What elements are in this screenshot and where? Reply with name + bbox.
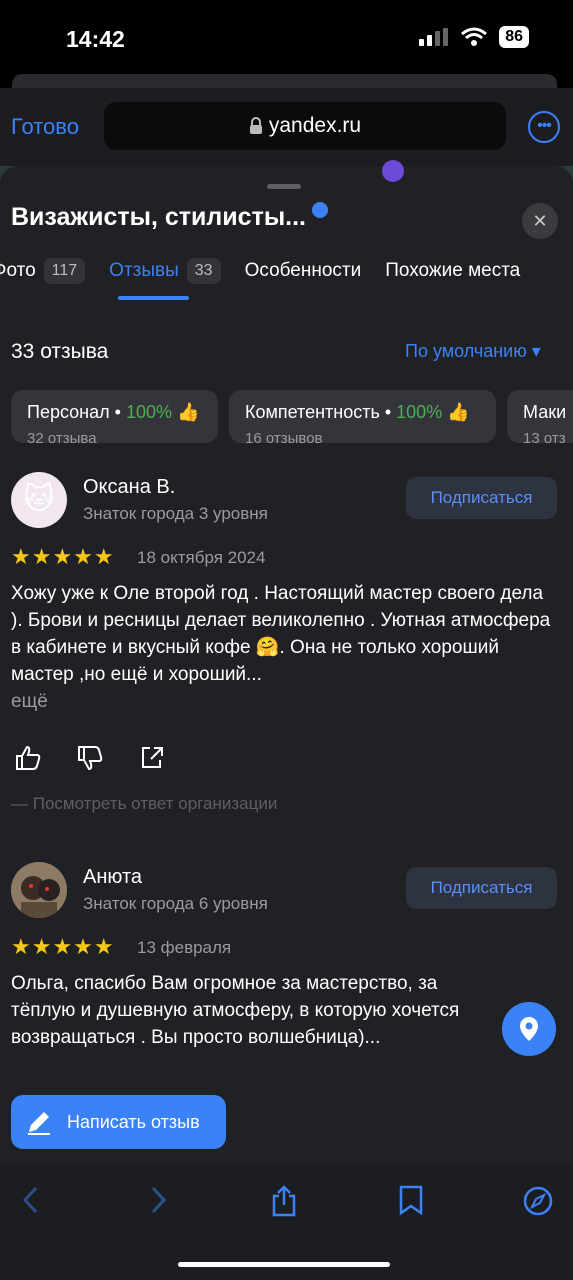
- tab-label: Похожие места: [385, 260, 521, 281]
- review-text-content: Ольга, спасибо Вам огромное за мастерств…: [11, 973, 460, 1048]
- status-time: 14:42: [66, 26, 125, 52]
- back-icon[interactable]: [20, 1185, 44, 1215]
- chip-label: Маки: [523, 402, 567, 422]
- compass-icon[interactable]: [522, 1185, 554, 1217]
- home-indicator[interactable]: [178, 1262, 390, 1267]
- thumbs-up-icon: 👍: [447, 402, 470, 422]
- aspect-chip-competence[interactable]: Компетентность • 100% 👍 16 отзывов: [229, 390, 496, 447]
- avatar-photo: [11, 862, 67, 918]
- subscribe-button[interactable]: Подписаться: [406, 477, 557, 519]
- tab-label: Отзывы: [109, 260, 179, 281]
- chip-label: Персонал: [27, 402, 110, 422]
- rating-stars: ★★★★★: [11, 934, 115, 959]
- battery-indicator: 86: [499, 26, 529, 48]
- read-more-link[interactable]: ещё: [11, 691, 48, 712]
- url-bar[interactable]: yandex.ru: [104, 102, 506, 150]
- avatar[interactable]: 🐱: [11, 472, 67, 528]
- tab-count: 33: [186, 258, 221, 284]
- aspect-chip-makeup[interactable]: Маки 13 отз: [507, 390, 573, 447]
- map-pin-icon: [382, 160, 404, 182]
- review-actions: [14, 744, 166, 772]
- page-title: Визажисты, стилисты...: [11, 201, 329, 232]
- forward-icon[interactable]: [145, 1185, 169, 1215]
- tab-bar: Фото 117 Отзывы 33 Особенности Похожие м…: [0, 258, 573, 284]
- verified-badge-icon: [312, 201, 329, 218]
- review-date: 18 октября 2024: [137, 548, 266, 567]
- thumbs-up-icon: 👍: [177, 402, 200, 422]
- more-options-icon[interactable]: •••: [528, 111, 560, 143]
- tab-reviews[interactable]: Отзывы 33: [109, 258, 221, 284]
- sort-dropdown[interactable]: По умолчанию ▾: [405, 341, 541, 362]
- write-review-button[interactable]: Написать отзыв: [11, 1095, 226, 1149]
- aspect-chips: Персонал • 100% 👍 32 отзыва Компетентнос…: [11, 390, 573, 447]
- location-pin-icon: [520, 1017, 538, 1041]
- tab-label: Фото: [0, 260, 36, 281]
- chip-sub: 32 отзыва: [27, 430, 97, 447]
- review-text: Хожу уже к Оле второй год . Настоящий ма…: [11, 580, 559, 715]
- review-date: 13 февраля: [137, 938, 232, 957]
- cellular-signal-icon: [419, 28, 449, 46]
- active-tab-indicator: [118, 296, 189, 300]
- chip-percent: 100%: [125, 402, 172, 422]
- status-icons: 86: [419, 26, 529, 48]
- sheet-grabber[interactable]: [267, 184, 301, 189]
- like-icon[interactable]: [14, 744, 42, 772]
- bookmarks-icon[interactable]: [398, 1185, 424, 1215]
- chip-percent: 100%: [396, 402, 443, 422]
- avatar[interactable]: [11, 862, 67, 918]
- done-button[interactable]: Готово: [11, 114, 79, 140]
- url-text: yandex.ru: [268, 114, 362, 137]
- view-org-reply-link[interactable]: — Посмотреть ответ организации: [11, 794, 277, 814]
- review-text-content: Хожу уже к Оле второй год . Настоящий ма…: [11, 583, 551, 685]
- review-author[interactable]: Оксана В.: [83, 476, 175, 499]
- rating-stars: ★★★★★: [11, 544, 115, 569]
- reviews-count: 33 отзыва: [11, 340, 109, 363]
- tab-features[interactable]: Особенности: [245, 260, 362, 282]
- write-review-label: Написать отзыв: [67, 1111, 200, 1132]
- pencil-icon: [28, 1112, 50, 1135]
- subscribe-button[interactable]: Подписаться: [406, 867, 557, 909]
- tab-count: 117: [43, 258, 86, 284]
- review-author-level: Знаток города 3 уровня: [83, 504, 268, 523]
- dislike-icon[interactable]: [76, 744, 104, 772]
- aspect-chip-staff[interactable]: Персонал • 100% 👍 32 отзыва: [11, 390, 218, 447]
- review-author-level: Знаток города 6 уровня: [83, 894, 268, 913]
- wifi-icon: [461, 27, 488, 46]
- tab-label: Особенности: [244, 260, 362, 281]
- share-icon[interactable]: [138, 744, 166, 772]
- review-text: Ольга, спасибо Вам огромное за мастерств…: [11, 970, 501, 1051]
- tab-similar-places[interactable]: Похожие места: [385, 260, 520, 282]
- chip-sub: 13 отз: [523, 430, 566, 447]
- tab-photo[interactable]: Фото 117: [0, 258, 86, 284]
- chip-sub: 16 отзывов: [245, 430, 323, 447]
- chip-label: Компетентность: [245, 402, 380, 422]
- title-text: Визажисты, стилисты...: [11, 203, 307, 231]
- review-author[interactable]: Анюта: [83, 866, 142, 889]
- lock-icon: [249, 117, 262, 134]
- map-location-button[interactable]: [502, 1002, 556, 1056]
- close-icon[interactable]: ✕: [522, 203, 558, 239]
- share-icon[interactable]: [270, 1185, 298, 1217]
